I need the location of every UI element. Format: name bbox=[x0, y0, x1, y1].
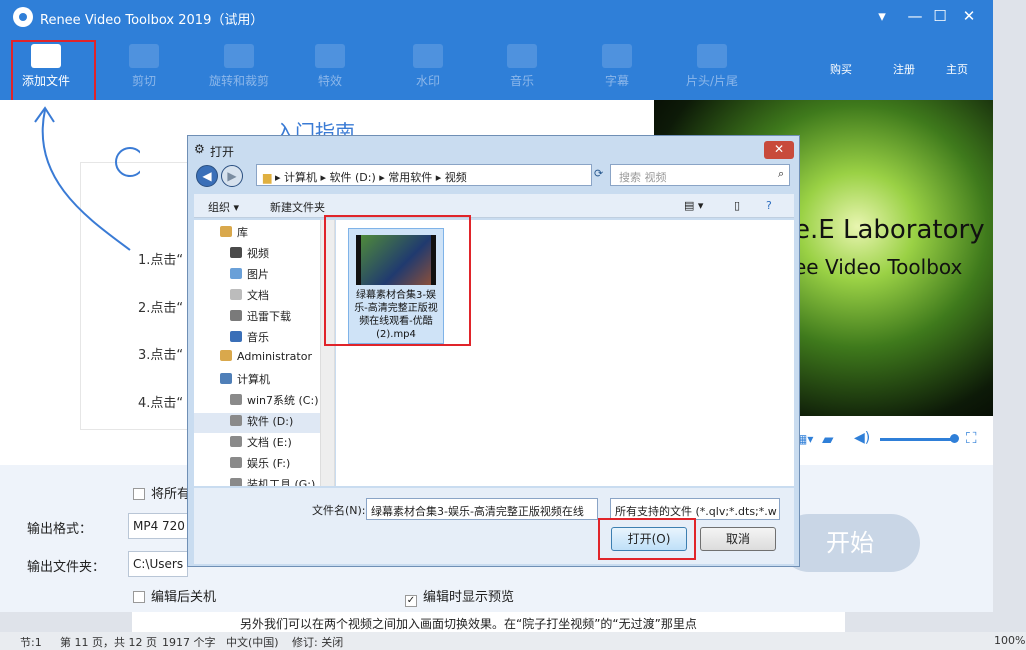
effects-button[interactable]: 特效 bbox=[294, 34, 366, 100]
tree-item-xunlei[interactable]: 迅雷下载 bbox=[230, 308, 291, 328]
refresh-icon[interactable]: ⟳ bbox=[594, 167, 603, 180]
folder-icon[interactable]: ▰ bbox=[822, 430, 834, 448]
crumb-folder[interactable]: 常用软件 bbox=[388, 171, 432, 184]
tree-item-computer[interactable]: 计算机 bbox=[220, 371, 270, 391]
guide-step-3: 3.点击“ bbox=[138, 348, 184, 363]
tree-item-pictures[interactable]: 图片 bbox=[230, 266, 269, 286]
music-note-icon bbox=[507, 44, 537, 68]
format-select[interactable]: MP4 720 bbox=[128, 513, 188, 539]
close-button[interactable]: ✕ bbox=[958, 7, 980, 25]
tree-item-drive-c[interactable]: win7系统 (C:) bbox=[230, 392, 319, 412]
forward-icon[interactable]: ▶ bbox=[221, 165, 243, 187]
help-icon[interactable]: ? bbox=[766, 199, 772, 212]
command-bar: 组织 ▾ 新建文件夹 ▤ ▾ ▯ ? bbox=[194, 194, 794, 218]
filename-input[interactable]: 绿幕素材合集3-娱乐-高清完整正版视频在线 bbox=[366, 498, 598, 520]
film-reel-icon bbox=[413, 44, 443, 68]
subtitle-button[interactable]: 字幕 bbox=[581, 34, 653, 100]
guide-step-1: 1.点击“ bbox=[138, 253, 184, 268]
volume-handle[interactable] bbox=[950, 434, 959, 443]
filename-label: 文件名(N): bbox=[312, 504, 366, 517]
tree-item-documents[interactable]: 文档 bbox=[230, 287, 269, 307]
guide-step-2: 2.点击“ bbox=[138, 301, 184, 316]
app-title: Renee Video Toolbox 2019（试用） bbox=[40, 13, 264, 28]
new-folder-button[interactable]: 新建文件夹 bbox=[270, 199, 325, 215]
merge-checkbox[interactable]: 将所有 bbox=[133, 483, 190, 502]
volume-slider[interactable] bbox=[880, 438, 954, 441]
volume-icon[interactable]: ◀) bbox=[854, 430, 870, 446]
dialog-footer: 文件名(N): 绿幕素材合集3-娱乐-高清完整正版视频在线 所有支持的文件 (*… bbox=[194, 488, 794, 564]
crumb-current[interactable]: 视频 bbox=[445, 171, 467, 184]
document-text-line: 另外我们可以在两个视频之间加入画面切换效果。在“院子打坐视频”的“无过渡”那里点 bbox=[132, 612, 845, 632]
status-revision: 修订: 关闭 bbox=[292, 636, 344, 649]
tree-item-music[interactable]: 音乐 bbox=[230, 329, 269, 349]
crop-icon bbox=[224, 44, 254, 68]
preview-title: e.E Laboratory bbox=[794, 215, 985, 245]
file-list: 绿幕素材合集3-娱乐-高清完整正版视频在线观看-优酷 (2).mp4 bbox=[324, 215, 794, 486]
dialog-icon: ⚙ bbox=[194, 142, 205, 156]
open-file-dialog: ⚙ 打开 ✕ ◀ ▶ ▆ ▸ 计算机 ▸ 软件 (D:) ▸ 常用软件 ▸ 视频… bbox=[187, 135, 800, 567]
preview-pane-icon[interactable]: ▯ bbox=[734, 199, 740, 212]
intro-outro-button[interactable]: 片头/片尾 bbox=[676, 34, 748, 100]
guide-step-4: 4.点击“ bbox=[138, 396, 184, 411]
cancel-button[interactable]: 取消 bbox=[700, 527, 776, 551]
status-zoom: 100% bbox=[994, 634, 1026, 647]
dialog-close-button[interactable]: ✕ bbox=[764, 141, 794, 159]
folder-input[interactable]: C:\Users bbox=[128, 551, 188, 577]
tree-item-drive-f[interactable]: 娱乐 (F:) bbox=[230, 455, 290, 475]
dialog-title: 打开 bbox=[210, 145, 235, 159]
search-icon: ⌕ bbox=[778, 167, 785, 180]
folder-label: 输出文件夹： bbox=[27, 560, 106, 575]
folder-icon: ▆ bbox=[263, 171, 272, 184]
pointer-arrow-icon bbox=[34, 106, 140, 251]
status-language: 中文(中国) bbox=[226, 636, 279, 649]
organize-menu[interactable]: 组织 ▾ bbox=[208, 199, 239, 215]
cut-button[interactable]: 剪切 bbox=[108, 34, 180, 100]
status-words: 1917 个字 bbox=[162, 636, 216, 649]
crumb-computer[interactable]: 计算机 bbox=[284, 171, 317, 184]
fullscreen-icon[interactable]: ⛶ bbox=[966, 429, 977, 447]
minimize-button[interactable]: — bbox=[904, 7, 926, 25]
toolbar: 添加文件 剪切 旋转和裁剪 特效 水印 音乐 字幕 片头/片尾 购买 注册 主页 bbox=[0, 34, 993, 100]
crumb-drive[interactable]: 软件 (D:) bbox=[330, 171, 376, 184]
highlight-file bbox=[324, 215, 471, 346]
buy-link[interactable]: 购买 bbox=[830, 61, 852, 77]
music-button[interactable]: 音乐 bbox=[486, 34, 558, 100]
show-preview-checkbox[interactable]: ✓ 编辑时显示预览 bbox=[405, 586, 514, 607]
maximize-button[interactable]: ☐ bbox=[929, 7, 951, 25]
scissors-icon bbox=[129, 44, 159, 68]
watermark-button[interactable]: 水印 bbox=[392, 34, 464, 100]
register-link[interactable]: 注册 bbox=[893, 61, 915, 77]
start-button[interactable]: 开始 bbox=[780, 514, 920, 572]
word-status-bar: 节:1 第 11 页，共 12 页 1917 个字 中文(中国) 修订: 关闭 … bbox=[0, 632, 1026, 650]
app-logo-icon bbox=[13, 7, 33, 27]
view-options-icon[interactable]: ▤ ▾ bbox=[684, 199, 703, 212]
file-type-select[interactable]: 所有支持的文件 (*.qlv;*.dts;*.w bbox=[610, 498, 780, 520]
tree-item-library[interactable]: 库 bbox=[220, 224, 248, 244]
rotate-crop-button[interactable]: 旋转和裁剪 bbox=[203, 34, 275, 100]
title-bar: Renee Video Toolbox 2019（试用） ▾ — ☐ ✕ bbox=[0, 0, 993, 34]
tree-item-videos[interactable]: 视频 bbox=[230, 245, 269, 265]
home-link[interactable]: 主页 bbox=[946, 61, 968, 77]
status-page: 第 11 页，共 12 页 bbox=[60, 636, 157, 649]
tree-item-drive-d[interactable]: 软件 (D:) bbox=[194, 413, 324, 433]
tree-item-administrator[interactable]: Administrator bbox=[220, 350, 312, 370]
address-bar[interactable]: ▆ ▸ 计算机 ▸ 软件 (D:) ▸ 常用软件 ▸ 视频 bbox=[256, 164, 592, 186]
highlight-open bbox=[598, 518, 696, 560]
preview-subtitle: ee Video Toolbox bbox=[794, 255, 963, 279]
format-label: 输出格式： bbox=[27, 522, 93, 537]
title-card-icon bbox=[697, 44, 727, 68]
effects-icon bbox=[315, 44, 345, 68]
search-input[interactable]: 搜索 视频 bbox=[610, 164, 790, 186]
menu-dropdown-button[interactable]: ▾ bbox=[871, 7, 893, 25]
navigation-tree: 库 视频 图片 文档 迅雷下载 音乐 Administrator 计算机 win… bbox=[194, 220, 335, 486]
highlight-add-file bbox=[11, 40, 96, 102]
tree-item-drive-e[interactable]: 文档 (E:) bbox=[230, 434, 292, 454]
status-section: 节:1 bbox=[20, 636, 42, 649]
shutdown-checkbox[interactable]: 编辑后关机 bbox=[133, 586, 216, 605]
subtitle-icon bbox=[602, 44, 632, 68]
back-icon[interactable]: ◀ bbox=[196, 165, 218, 187]
tree-item-drive-g[interactable]: 装机工具 (G:) bbox=[230, 476, 315, 486]
